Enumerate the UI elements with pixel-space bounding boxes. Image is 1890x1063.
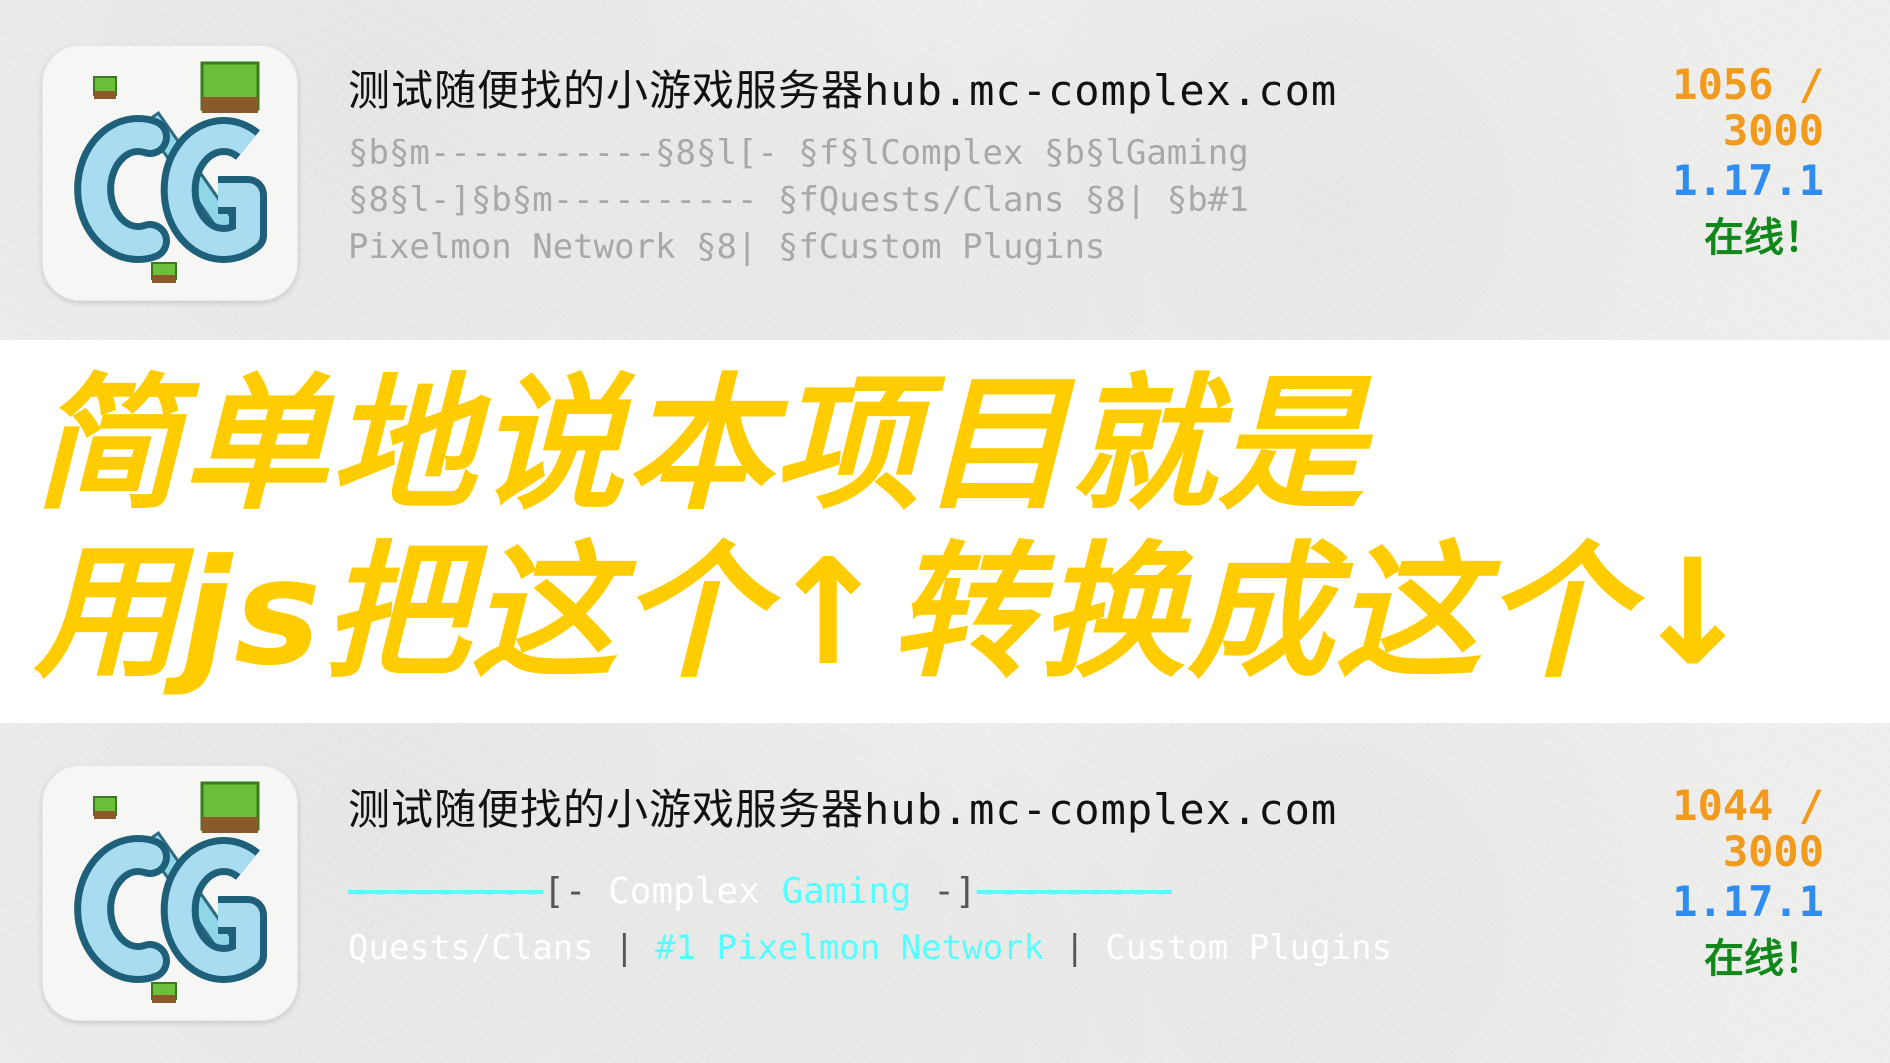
- online-status: 在线！: [1704, 215, 1824, 261]
- server-version: 1.17.1: [1672, 156, 1824, 205]
- motd-segment: [-: [543, 871, 609, 912]
- player-count: 1044 / 3000: [1672, 781, 1824, 876]
- server-name: 测试随便找的小游戏服务器hub.mc-complex.com: [348, 785, 1338, 834]
- motd-segment: |: [1044, 928, 1106, 968]
- caption-line-2: 用js把这个↑转换成这个↓: [34, 528, 1756, 698]
- motd-segment: Custom Plugins: [1105, 928, 1392, 968]
- player-count: 1056 / 3000: [1672, 60, 1824, 155]
- motd-raw-text: §b§m-----------§8§l[- §f§lComplex §b§lGa…: [348, 133, 1270, 267]
- motd-segment: -]: [911, 871, 977, 912]
- motd-segment: #1 Pixelmon Network: [655, 928, 1044, 968]
- server-name: 测试随便找的小游戏服务器hub.mc-complex.com: [348, 66, 1338, 115]
- motd-rendered-line-1: ---------[- Complex Gaming -]---------: [348, 868, 1172, 916]
- online-status: 在线！: [1704, 936, 1824, 982]
- caption-banner: 简单地说本项目就是 用js把这个↑转换成这个↓: [0, 340, 1890, 723]
- server-favicon-icon: [42, 765, 298, 1021]
- motd-segment: Complex: [608, 871, 782, 912]
- server-entry-raw[interactable]: 测试随便找的小游戏服务器hub.mc-complex.com §b§m-----…: [0, 0, 1890, 340]
- motd-segment: |: [593, 928, 656, 968]
- motd-segment: ---------: [348, 871, 544, 912]
- server-favicon-icon: [42, 45, 298, 301]
- caption-line-1: 简单地说本项目就是: [34, 360, 1366, 530]
- motd-segment: Gaming: [781, 871, 912, 912]
- motd-rendered-line-2: Quests/Clans | #1 Pixelmon Network | Cus…: [348, 925, 1392, 971]
- motd-segment: Quests/Clans: [348, 928, 594, 968]
- motd-segment: ---------: [976, 871, 1172, 912]
- server-version: 1.17.1: [1672, 877, 1824, 926]
